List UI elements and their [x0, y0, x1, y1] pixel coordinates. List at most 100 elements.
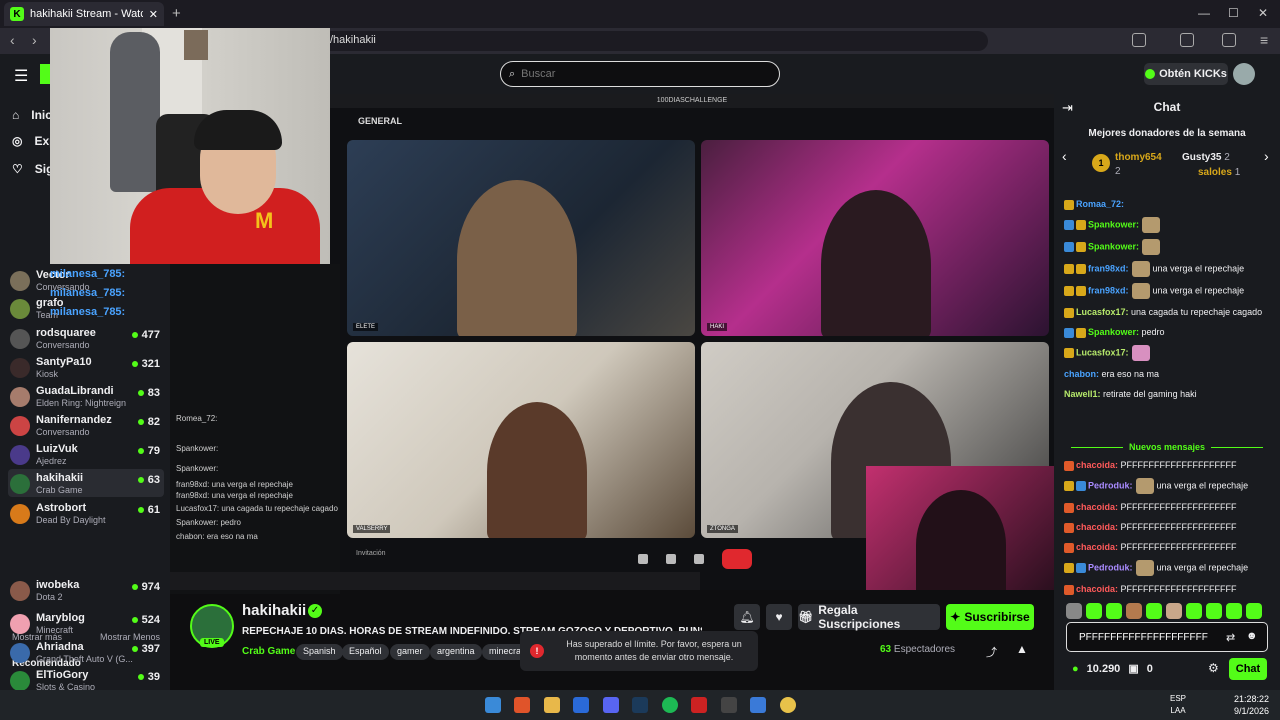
translate-icon[interactable]: ⇄ [1226, 631, 1235, 644]
sidebar-channel-maryblog[interactable]: Maryblog Minecraft 524 [8, 609, 164, 637]
user-avatar[interactable] [1233, 63, 1255, 85]
chat-username[interactable]: Lucasfox17: [1076, 347, 1129, 357]
channel-name: Astrobort [36, 502, 87, 514]
forward-icon[interactable]: › [32, 32, 37, 48]
search-bar[interactable]: ⌕ [500, 61, 780, 87]
start-icon[interactable] [485, 697, 501, 713]
emote [1135, 560, 1154, 576]
donors-prev-icon[interactable]: ‹ [1062, 148, 1067, 164]
sidebar-channel-eltiogory[interactable]: ElTioGory Slots & Casino 39 [8, 666, 164, 690]
chat-username[interactable]: chacoida: [1076, 460, 1118, 470]
emote-button[interactable] [1186, 603, 1202, 619]
emote-button[interactable] [1206, 603, 1222, 619]
chat-username[interactable]: chacoida: [1076, 542, 1118, 552]
spotify-icon[interactable] [662, 697, 678, 713]
sidebar-channel-rodsquaree[interactable]: rodsquaree Conversando 477 [8, 324, 164, 352]
follow-heart-button[interactable]: ♥ [766, 604, 792, 630]
stream-category[interactable]: Crab Game [242, 646, 295, 657]
chat-username[interactable]: Nawell1: [1064, 389, 1101, 399]
brave-icon[interactable] [514, 697, 530, 713]
new-tab-icon[interactable]: + [172, 5, 181, 22]
emote-button[interactable] [1246, 603, 1262, 619]
chat-username[interactable]: chacoida: [1076, 584, 1118, 594]
bing-icon[interactable] [573, 697, 589, 713]
sidebar-channel-guadalibrandi[interactable]: GuadaLibrandi Elden Ring: Nightreign 83 [8, 382, 164, 410]
sidebar-channel-ahriadna[interactable]: Ahriadna Grand Theft Auto V (G... 397 [8, 638, 164, 666]
tag-spanish[interactable]: Spanish [296, 644, 343, 660]
chat-username[interactable]: Pedroduk: [1088, 562, 1133, 572]
emote-button[interactable] [1226, 603, 1242, 619]
sidebar-channel-santypa10[interactable]: SantyPa10 Kiosk 321 [8, 353, 164, 381]
emote-button[interactable] [1146, 603, 1162, 619]
hamburger-icon[interactable]: ☰ [14, 66, 28, 86]
tag-gamer[interactable]: gamer [390, 644, 430, 660]
emoji-icon[interactable]: ☻ [1246, 630, 1258, 642]
search-input[interactable] [521, 68, 762, 80]
share-icon[interactable]: ⤴ [986, 644, 997, 660]
emote-button[interactable] [1066, 603, 1082, 619]
notifications-bell-button[interactable]: 🔔︎ [734, 604, 760, 630]
gift-subs-button[interactable]: 🎁︎ Regala Suscripciones [798, 603, 940, 631]
sidebar-channel-astrobort[interactable]: Astrobort Dead By Daylight 61 [8, 499, 164, 527]
chat-username[interactable]: fran98xd: [1088, 285, 1129, 295]
drops-icon: ▣ [1128, 663, 1139, 675]
discord-icon[interactable] [603, 697, 619, 713]
sidebar-channel-iwobeka[interactable]: iwobeka Dota 2 974 [8, 576, 164, 604]
close-window-icon[interactable]: ✕ [1258, 6, 1268, 20]
streamer-name[interactable]: hakihakii [242, 602, 306, 619]
emote-button[interactable] [1106, 603, 1122, 619]
file-explorer-icon[interactable] [544, 697, 560, 713]
chat-username[interactable]: chabon: [1064, 369, 1099, 379]
chat-username[interactable]: fran98xd: [1088, 263, 1129, 273]
chat-message: Nawell1: retirate del gaming haki [1064, 387, 1274, 401]
overlay-chat-line: fran98xd: una verga el repechaje [176, 491, 293, 500]
obs-icon[interactable] [721, 697, 737, 713]
close-tab-icon[interactable]: ✕ [149, 8, 158, 21]
chat-username[interactable]: Romaa_72: [1076, 199, 1124, 209]
chrome-icon[interactable] [780, 697, 796, 713]
steam-icon[interactable] [632, 697, 648, 713]
chat-username[interactable]: Lucasfox17: [1076, 307, 1129, 317]
report-icon[interactable]: ▲ [1016, 642, 1028, 656]
sidebar-channel-nanifernandez[interactable]: Nanifernandez Conversando 82 [8, 411, 164, 439]
send-chat-button[interactable]: Chat [1229, 658, 1267, 680]
avatar [10, 474, 30, 494]
back-icon[interactable]: ‹ [10, 32, 15, 48]
donors-next-icon[interactable]: › [1264, 148, 1269, 164]
chat-username[interactable]: Pedroduk: [1088, 480, 1133, 490]
language-indicator[interactable]: ESP LAA [1170, 693, 1186, 717]
app-icon[interactable] [691, 697, 707, 713]
points-value[interactable]: 10.290 [1087, 663, 1121, 675]
donor-name: Gusty35 [1182, 152, 1222, 163]
sidebar-channel-luizvuk[interactable]: LuizVuk Ajedrez 79 [8, 440, 164, 468]
sidebar-icon[interactable] [1180, 33, 1194, 47]
emote-button[interactable] [1086, 603, 1102, 619]
maximize-icon[interactable]: ☐ [1228, 6, 1239, 20]
viewer-count-value: 63 [880, 644, 892, 655]
donor-2: Gusty35 2 [1182, 152, 1230, 163]
get-kicks-button[interactable]: Obtén KICKs [1144, 63, 1228, 85]
drops-value[interactable]: 0 [1147, 663, 1153, 675]
emote-button[interactable] [1166, 603, 1182, 619]
browser-tab[interactable]: K hakihakii Stream - Watch Live ✕ [4, 2, 164, 26]
chat-text: pedro [1141, 327, 1165, 337]
app-icon[interactable] [750, 697, 766, 713]
chat-username[interactable]: chacoida: [1076, 502, 1118, 512]
overlay-chat-line: Lucasfox17: una cagada tu repechaje caga… [176, 504, 338, 513]
chat-username[interactable]: Spankower: [1088, 241, 1139, 251]
chat-input[interactable] [1066, 622, 1268, 652]
emote-button[interactable] [1126, 603, 1142, 619]
sidebar-channel-hakihakii[interactable]: hakihakii Crab Game 63 [8, 469, 164, 497]
subscribe-button[interactable]: ✦ Suscribirse [946, 604, 1034, 630]
chat-settings-gear-icon[interactable]: ⚙ [1208, 661, 1219, 675]
menu-icon[interactable]: ≡ [1260, 32, 1268, 48]
minimize-icon[interactable]: — [1198, 6, 1210, 20]
tag-argentina[interactable]: argentina [430, 644, 482, 660]
chat-username[interactable]: chacoida: [1076, 522, 1118, 532]
chat-username[interactable]: Spankower: [1088, 219, 1139, 229]
tag-espanol[interactable]: Español [342, 644, 389, 660]
extensions-icon[interactable] [1132, 33, 1146, 47]
chat-username[interactable]: Spankower: [1088, 327, 1139, 337]
system-clock[interactable]: 21:28:22 9/1/2026 [1234, 693, 1269, 717]
wallet-icon[interactable] [1222, 33, 1236, 47]
